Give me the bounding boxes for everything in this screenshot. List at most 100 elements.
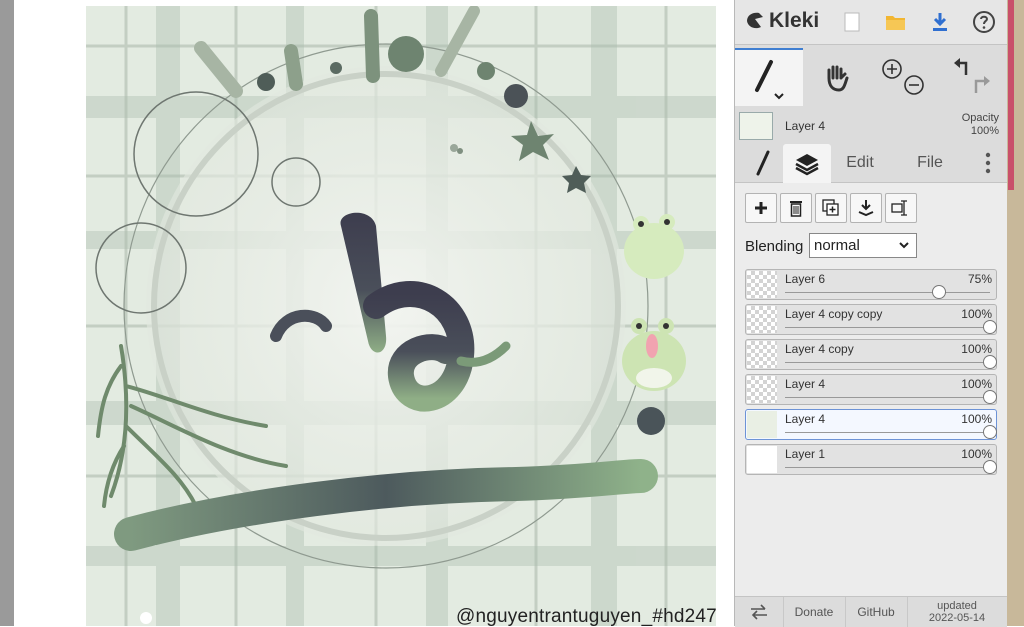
rename-layer-icon [891, 200, 907, 216]
updated-label: updated [937, 600, 977, 612]
opacity-slider-track[interactable] [785, 397, 990, 398]
new-document-button[interactable] [835, 6, 869, 38]
hand-tool[interactable] [803, 50, 871, 106]
more-vertical-icon [985, 152, 991, 174]
app-name: Kleki [769, 9, 820, 32]
blending-label: Blending [745, 238, 804, 255]
layer-thumbnail [747, 411, 777, 438]
merge-down-button[interactable] [850, 193, 882, 223]
layer-thumbnail [747, 341, 777, 368]
zoom-icons [882, 59, 924, 95]
undo-redo-icons [954, 58, 990, 93]
canvas-artwork[interactable] [86, 6, 716, 626]
opacity-slider-knob[interactable] [983, 390, 997, 404]
github-link[interactable]: GitHub [845, 597, 908, 627]
add-layer-icon [755, 202, 767, 214]
current-layer-row: Layer 4 Opacity 100% [735, 108, 1007, 144]
layer-thumbnail [747, 271, 777, 298]
opacity-value: 100% [970, 125, 999, 137]
artist-watermark: @nguyentrantuguyen_#hd247 [456, 606, 717, 626]
opacity-label: Opacity [961, 112, 999, 124]
undo-icon[interactable] [954, 58, 968, 75]
layers-panel: Blending normal Layer 6 75% Layer 4 copy c… [735, 183, 1007, 596]
layer-thumbnail [747, 446, 777, 473]
opacity-slider-knob[interactable] [983, 460, 997, 474]
opacity-slider-knob[interactable] [983, 425, 997, 439]
opacity-slider-track[interactable] [785, 292, 990, 293]
layer-opacity: 75% [967, 272, 992, 286]
new-document-icon [844, 12, 860, 32]
merge-down-icon [858, 200, 874, 217]
zoom-out-icon[interactable] [904, 75, 924, 95]
tab-edit[interactable]: Edit [835, 144, 885, 182]
current-layer-name: Layer 4 [785, 119, 826, 133]
kleki-logo-icon [747, 12, 763, 29]
layer-thumbnail [747, 306, 777, 333]
layer-opacity: 100% [961, 447, 992, 461]
tab-layers[interactable] [783, 144, 831, 183]
delete-layer-icon [790, 201, 802, 217]
download-icon [933, 13, 947, 31]
rename-layer-button[interactable] [885, 193, 917, 223]
opacity-slider-knob[interactable] [931, 285, 946, 299]
more-menu-button[interactable] [973, 144, 1003, 182]
zoom-buttons[interactable] [871, 50, 939, 106]
brush-tool-icon [755, 60, 784, 100]
delete-layer-button[interactable] [780, 193, 812, 223]
undo-redo-buttons[interactable] [939, 50, 1007, 106]
current-layer-thumbnail [739, 112, 773, 140]
updated-info[interactable]: updated 2022-05-14 [907, 597, 1007, 627]
blending-mode-select[interactable]: normal [809, 233, 917, 258]
layers-icon [795, 153, 819, 175]
help-button[interactable] [967, 6, 1001, 38]
donate-link[interactable]: Donate [783, 597, 846, 627]
zoom-in-icon[interactable] [882, 59, 902, 79]
opacity-slider-knob[interactable] [983, 355, 997, 369]
panel-tabs: Edit File [735, 144, 1007, 183]
layer-row[interactable]: Layer 6 75% [745, 269, 997, 300]
layer-name: Layer 4 copy [785, 342, 854, 356]
brush-icon [756, 150, 770, 176]
layer-opacity: 100% [961, 307, 992, 321]
left-gray-margin [0, 0, 14, 626]
layer-name: Layer 4 [785, 377, 826, 391]
layer-row[interactable]: Layer 4 copy copy 100% [745, 304, 997, 335]
tab-file[interactable]: File [905, 144, 955, 182]
opacity-display[interactable]: Opacity 100% [962, 112, 999, 138]
layer-row[interactable]: Layer 4 100% [745, 409, 997, 440]
opacity-slider-track[interactable] [785, 362, 990, 363]
kleki-logo[interactable]: Kleki [745, 9, 819, 33]
tool-row [735, 48, 1007, 106]
layer-opacity: 100% [961, 342, 992, 356]
blending-mode-value: normal [814, 237, 860, 254]
panel-footer: Donate GitHub updated 2022-05-14 [735, 596, 1007, 627]
open-folder-icon [886, 16, 905, 30]
duplicate-layer-button[interactable] [815, 193, 847, 223]
redo-icon[interactable] [974, 76, 990, 93]
chevron-down-icon [899, 242, 909, 249]
drawing-canvas[interactable]: @nguyentrantuguyen_#hd247 [14, 0, 734, 626]
layer-row[interactable]: Layer 4 100% [745, 374, 997, 405]
open-button[interactable] [879, 6, 913, 38]
opacity-slider-knob[interactable] [983, 320, 997, 334]
layer-thumbnail [747, 376, 777, 403]
top-bar: Kleki [735, 0, 1007, 45]
brush-tool[interactable] [735, 48, 803, 106]
layer-name: Layer 1 [785, 447, 826, 461]
layer-name: Layer 6 [785, 272, 826, 286]
tab-brush[interactable] [743, 144, 783, 182]
swap-side-button[interactable] [735, 597, 784, 627]
opacity-slider-track[interactable] [785, 327, 990, 328]
layer-row[interactable]: Layer 4 copy 100% [745, 339, 997, 370]
hand-tool-icon [827, 65, 849, 92]
layer-row[interactable]: Layer 1 100% [745, 444, 997, 475]
opacity-slider-track[interactable] [785, 432, 990, 433]
opacity-slider-track[interactable] [785, 467, 990, 468]
duplicate-layer-icon [822, 199, 839, 216]
download-button[interactable] [923, 6, 957, 38]
layer-name: Layer 4 [785, 412, 826, 426]
help-icon [973, 11, 995, 33]
layer-opacity: 100% [961, 377, 992, 391]
kleki-side-panel: Kleki Layer 4 Opacity 100% Edit File Ble… [734, 0, 1007, 627]
add-layer-button[interactable] [745, 193, 777, 223]
